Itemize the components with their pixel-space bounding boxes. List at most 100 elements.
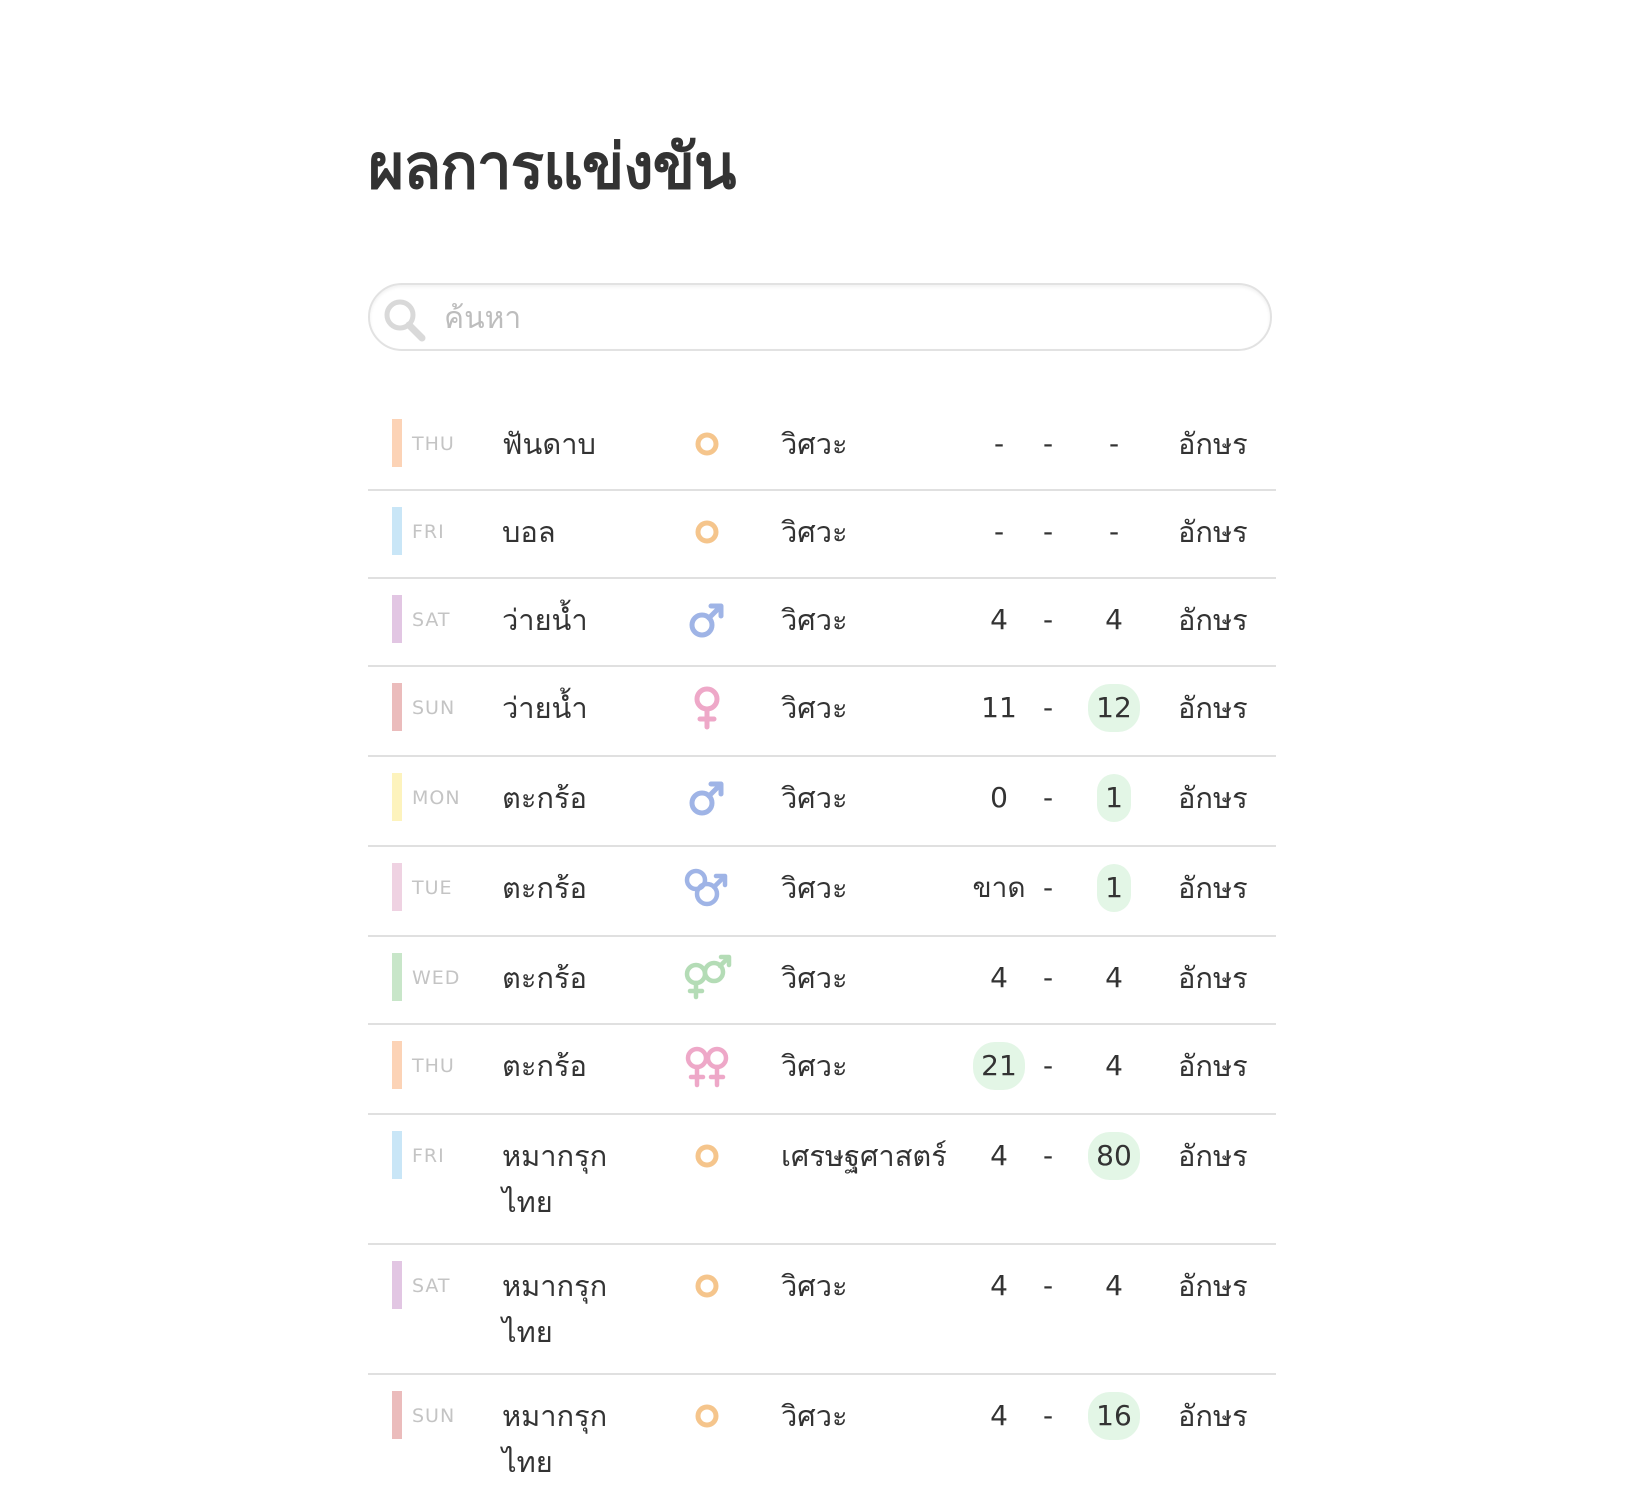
score-away: 16: [1084, 1392, 1144, 1440]
day-label: THU: [412, 433, 455, 455]
score-home: 4: [969, 1263, 1029, 1309]
score-away-value: 80: [1088, 1132, 1140, 1180]
day-color-bar: [392, 683, 402, 731]
opponent-faculty: อักษร: [1178, 515, 1248, 549]
opponent-faculty: อักษร: [1178, 603, 1248, 637]
score-away: 80: [1084, 1132, 1144, 1180]
search-input[interactable]: [442, 291, 1246, 345]
sport-name: ตะกร้อ: [502, 961, 587, 995]
female-icon: [694, 686, 720, 730]
day-label: SAT: [412, 1275, 451, 1297]
score-away: 12: [1084, 684, 1144, 732]
day-label: SUN: [412, 697, 456, 719]
score-away: 1: [1084, 774, 1144, 822]
score-home: 0: [969, 775, 1029, 821]
day-color-bar: [392, 773, 402, 821]
score-away: 1: [1084, 864, 1144, 912]
score-away: 4: [1084, 1043, 1144, 1089]
result-row[interactable]: SAT หมากรุก ไทย วิศวะ 4 - 4 อักษร: [368, 1245, 1276, 1375]
score-home-value: 21: [973, 1042, 1025, 1090]
score-home-value: -: [993, 427, 1005, 460]
score-home: 4: [969, 955, 1029, 1001]
score-away-value: 16: [1088, 1392, 1140, 1440]
day-color-bar: [392, 1261, 402, 1309]
score-home: 4: [969, 597, 1029, 643]
mixed-gender-icon: [684, 954, 732, 1000]
score-away-value: 4: [1105, 603, 1123, 636]
result-row[interactable]: THU ฟันดาบ วิศวะ - - - อักษร: [368, 403, 1276, 491]
male-icon: [689, 781, 724, 816]
score-away: -: [1084, 509, 1144, 555]
page-title: ผลการแข่งขัน: [368, 130, 736, 203]
score-home-value: 0: [990, 781, 1008, 814]
score-separator: -: [1042, 603, 1054, 636]
score-home-value: 4: [990, 603, 1008, 636]
score-away: 4: [1084, 955, 1144, 1001]
score-home: -: [969, 509, 1029, 555]
faculty-name: วิศวะ: [781, 1049, 848, 1083]
result-row[interactable]: TUE ตะกร้อ วิศวะ ขาด - 1 อักษร: [368, 847, 1276, 937]
score-away-value: -: [1108, 515, 1120, 548]
opponent-faculty: อักษร: [1178, 1139, 1248, 1173]
score-separator: -: [1042, 871, 1054, 904]
result-row[interactable]: FRI บอล วิศวะ - - - อักษร: [368, 491, 1276, 579]
neutral-icon: [695, 1274, 719, 1298]
result-row[interactable]: SUN ว่ายน้ำ วิศวะ 11- 12 อักษร: [368, 667, 1276, 757]
faculty-name: วิศวะ: [781, 515, 848, 549]
day-label: MON: [412, 787, 461, 809]
score-away-value: 1: [1097, 864, 1131, 912]
score-away-value: -: [1108, 427, 1120, 460]
opponent-faculty: อักษร: [1178, 781, 1248, 815]
faculty-name: วิศวะ: [781, 871, 848, 905]
score-home: 11: [969, 685, 1029, 731]
faculty-name: เศรษฐศาสตร์: [781, 1139, 947, 1173]
score-home-value: 4: [990, 1269, 1008, 1302]
faculty-name: วิศวะ: [781, 691, 848, 725]
score-home-value: 4: [990, 1399, 1008, 1432]
neutral-icon: [695, 1404, 719, 1428]
score-away: 4: [1084, 1263, 1144, 1309]
score-separator: -: [1042, 515, 1054, 548]
faculty-name: วิศวะ: [781, 1399, 848, 1433]
score-away-value: 4: [1105, 961, 1123, 994]
score-away-value: 4: [1105, 1269, 1123, 1302]
score-home: 4: [969, 1393, 1029, 1439]
result-row[interactable]: SAT ว่ายน้ำ วิศวะ 4 - 4 อักษร: [368, 579, 1276, 667]
search-icon: [384, 299, 426, 342]
day-label: SAT: [412, 609, 451, 631]
sport-name: หมากรุก ไทย: [502, 1269, 608, 1349]
sport-name: หมากรุก ไทย: [502, 1399, 608, 1479]
day-color-bar: [392, 953, 402, 1001]
opponent-faculty: อักษร: [1178, 427, 1248, 461]
result-row[interactable]: THU ตะกร้อ วิศวะ 21- 4 อักษร: [368, 1025, 1276, 1115]
opponent-faculty: อักษร: [1178, 1399, 1248, 1433]
score-home-value: -: [993, 515, 1005, 548]
score-separator: -: [1042, 1049, 1054, 1082]
sport-name: ตะกร้อ: [502, 871, 587, 905]
result-row[interactable]: SUN หมากรุก ไทย วิศวะ 4 - 16 อักษร: [368, 1375, 1276, 1505]
faculty-name: วิศวะ: [781, 1269, 848, 1303]
result-row[interactable]: WED ตะกร้อ วิศวะ 4 - 4 อักษร: [368, 937, 1276, 1025]
score-away: 4: [1084, 597, 1144, 643]
search-box[interactable]: [368, 283, 1272, 351]
day-label: WED: [412, 967, 461, 989]
result-row[interactable]: FRI หมากรุก ไทย เศรษฐศาสตร์ 4 - 80 อักษร: [368, 1115, 1276, 1245]
male-icon: [689, 603, 724, 638]
result-row[interactable]: MON ตะกร้อ วิศวะ 0 - 1 อักษร: [368, 757, 1276, 847]
day-color-bar: [392, 507, 402, 555]
score-home: ขาด: [969, 865, 1029, 911]
sport-name: หมากรุก ไทย: [502, 1139, 608, 1219]
score-home: 4: [969, 1133, 1029, 1179]
faculty-name: วิศวะ: [781, 427, 848, 461]
sport-name: ตะกร้อ: [502, 1049, 587, 1083]
day-color-bar: [392, 419, 402, 467]
day-color-bar: [392, 595, 402, 643]
opponent-faculty: อักษร: [1178, 691, 1248, 725]
opponent-faculty: อักษร: [1178, 871, 1248, 905]
day-color-bar: [392, 1041, 402, 1089]
day-color-bar: [392, 1131, 402, 1179]
score-home: 21: [969, 1042, 1029, 1090]
opponent-faculty: อักษร: [1178, 961, 1248, 995]
score-home-value: 4: [990, 1139, 1008, 1172]
day-label: SUN: [412, 1405, 456, 1427]
